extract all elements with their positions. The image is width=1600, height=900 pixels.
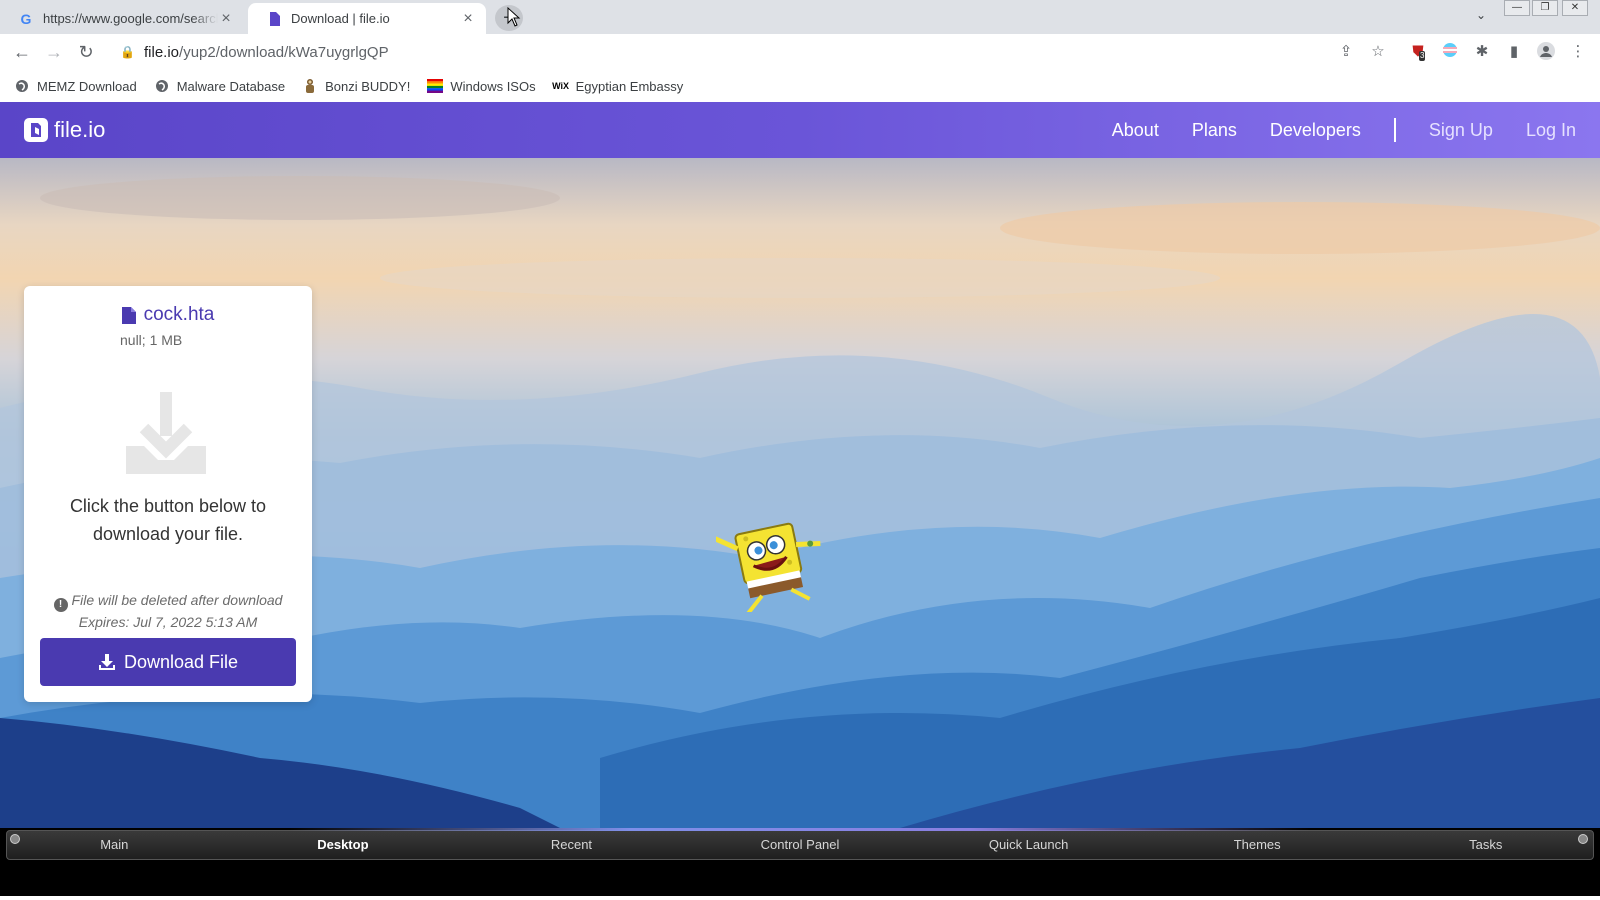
address-bar[interactable]: 🔒 file.io/yup2/download/kWa7uygrlgQP [112,38,1384,66]
nav-developers[interactable]: Developers [1270,120,1361,141]
minimize-button[interactable]: — [1504,0,1530,16]
bookmark-bonzi-buddy[interactable]: Bonzi BUDDY! [302,78,410,94]
file-name-row: cock.hta [24,304,312,326]
mouse-cursor-icon [507,7,521,27]
restore-button[interactable]: ❐ [1532,0,1558,16]
tab-title: Download | file.io [291,11,390,26]
file-name: cock.hta [143,304,215,325]
trans-flag-extension-icon[interactable] [1440,42,1460,62]
bookmark-egyptian-embassy[interactable]: WiX Egyptian Embassy [552,78,683,94]
desktop-taskbar: Main Desktop Recent Control Panel Quick … [0,828,1600,900]
expiry-text: Expires: Jul 7, 2022 5:13 AM [78,614,258,630]
tab-title: https://www.google.com/search [43,11,218,26]
windows-flag-icon [427,78,444,94]
taskbar-item-control-panel[interactable]: Control Panel [686,830,915,860]
download-button-label: Download File [123,651,239,672]
back-arrow-icon[interactable]: ← [10,40,34,64]
extension-badge: 3 [1419,51,1426,61]
notice-delete-text: File will be deleted after download [71,592,283,608]
taskbar-item-main[interactable]: Main [0,830,229,860]
file-icon [121,306,136,324]
tab-search-chevron-icon[interactable]: ⌄ [1472,8,1490,26]
globe-icon [14,78,30,94]
screen-bottom-edge [0,896,1600,900]
reload-icon[interactable]: ↻ [74,40,98,64]
download-file-button[interactable]: Download File [40,638,296,686]
bonzi-icon [302,78,318,94]
close-tab-icon[interactable]: × [218,10,234,27]
site-navigation: About Plans Developers Sign Up Log In [1079,102,1576,158]
globe-icon [154,78,170,94]
bookmark-memz-download[interactable]: MEMZ Download [14,78,137,94]
forward-arrow-icon[interactable]: → [42,40,66,64]
instruction-text: Click the button below to download your … [69,496,267,544]
profile-avatar-icon[interactable] [1536,42,1556,62]
browser-tab-strip: G https://www.google.com/search × Downlo… [0,0,1600,34]
side-panel-icon[interactable]: ▮ [1504,42,1524,62]
taskbar-item-desktop[interactable]: Desktop [229,830,458,860]
brand-name: file.io [54,117,106,142]
file-io-favicon-icon [266,11,282,27]
bookmark-malware-database[interactable]: Malware Database [154,78,285,94]
info-icon: ! [53,598,68,612]
google-icon: G [20,10,32,27]
site-header: file.io About Plans Developers Sign Up L… [0,102,1600,158]
bookmark-star-icon[interactable]: ☆ [1368,42,1388,62]
tab-google-search[interactable]: G https://www.google.com/search × [0,3,244,34]
extensions-puzzle-icon[interactable]: ✱ [1472,42,1492,62]
nav-log-in[interactable]: Log In [1526,120,1576,141]
taskbar-items: Main Desktop Recent Control Panel Quick … [0,830,1600,860]
share-icon[interactable]: ⇪ [1336,42,1356,62]
spongebob-character-image [716,522,821,612]
tab-file-io-download[interactable]: Download | file.io × [248,3,486,34]
download-card: cock.hta null; 1 MB Click the button bel… [24,286,312,702]
taskbar-item-themes[interactable]: Themes [1143,830,1372,860]
nav-divider [1393,118,1396,142]
taskbar-item-tasks[interactable]: Tasks [1371,830,1600,860]
download-tray-icon [126,392,206,474]
download-icon [98,654,115,670]
taskbar-item-recent[interactable]: Recent [457,830,686,860]
nav-about[interactable]: About [1112,120,1159,141]
nav-plans[interactable]: Plans [1192,120,1237,141]
brand-logo-link[interactable]: file.io [24,117,105,143]
lock-icon: 🔒 [120,45,135,59]
close-tab-icon[interactable]: × [460,10,476,27]
file-meta: null; 1 MB [120,332,183,348]
bookmarks-bar: MEMZ Download Malware Database Bonzi BUD… [0,70,1600,102]
wix-icon: WiX [552,81,570,91]
url-text: file.io/yup2/download/kWa7uygrlgQP [144,43,389,61]
bookmark-windows-isos[interactable]: Windows ISOs [427,78,536,94]
ublock-shield-icon[interactable]: ⛊ 3 [1408,42,1428,62]
browser-toolbar: ← → ↻ 🔒 file.io/yup2/download/kWa7uygrlg… [0,34,1600,70]
taskbar-item-quick-launch[interactable]: Quick Launch [914,830,1143,860]
deletion-notice: ! File will be deleted after download Exp… [24,590,312,632]
file-io-logo-icon [24,118,48,142]
menu-kebab-icon[interactable]: ⋮ [1568,42,1588,62]
nav-sign-up[interactable]: Sign Up [1429,120,1493,141]
close-window-button[interactable]: ✕ [1562,0,1588,16]
